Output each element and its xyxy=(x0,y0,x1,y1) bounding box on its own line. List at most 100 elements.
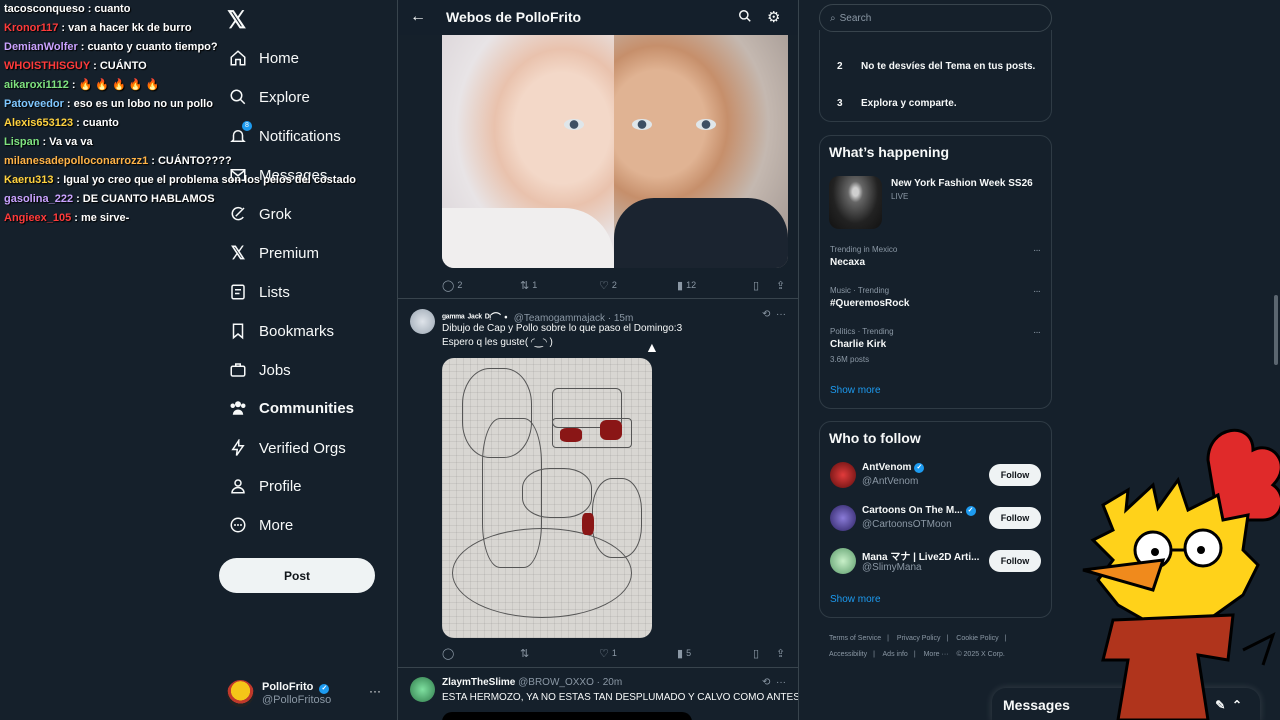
tweet-text-line: Espero q les guste( ◜‿◝ ) xyxy=(442,337,553,348)
bookmark-icon xyxy=(227,320,249,342)
tweet-image[interactable] xyxy=(442,712,692,720)
featured-trend-title[interactable]: New York Fashion Week SS26 xyxy=(891,178,1033,189)
more-dots-icon[interactable]: ··· xyxy=(776,677,786,688)
tweet-menu[interactable]: ⟲ ··· xyxy=(762,677,786,688)
nav-profile[interactable]: Profile xyxy=(227,472,302,500)
nav-verified-orgs[interactable]: Verified Orgs xyxy=(227,434,346,462)
suggestion-handle: @SlimyMana xyxy=(862,562,922,573)
repost-button[interactable]: ⇅ xyxy=(520,647,532,660)
tweet-avatar[interactable] xyxy=(410,677,435,702)
chat-text: eso es un lobo no un pollo xyxy=(73,98,213,110)
footer-link[interactable]: Ads info xyxy=(883,651,908,658)
nav-premium[interactable]: 𝕏 Premium xyxy=(227,239,319,267)
nav-communities[interactable]: Communities xyxy=(227,394,354,422)
person-icon xyxy=(227,475,249,497)
nav-more[interactable]: More xyxy=(227,511,293,539)
account-switcher[interactable]: PolloFrito ✓ @PolloFritoso ··· xyxy=(227,676,387,710)
suggestion-name[interactable]: Cartoons On The M... ✓ xyxy=(862,505,976,516)
trend-name[interactable]: Charlie Kirk xyxy=(830,339,886,350)
gear-icon[interactable]: ⚙ xyxy=(767,8,780,26)
trend-image[interactable] xyxy=(829,176,882,229)
chat-message: Kaeru313: Igual yo creo que el problema s… xyxy=(4,174,357,186)
verified-badge-icon: ✓ xyxy=(319,683,330,694)
page-title: Webos de PolloFrito xyxy=(446,9,582,25)
tweet-time[interactable]: · 20m xyxy=(597,677,623,688)
rule-item[interactable]: 2 No te desvíes del Tema en tus posts. xyxy=(837,61,1035,72)
footer-link[interactable]: More ··· xyxy=(924,651,949,658)
repost-button[interactable]: ⇅ 1 xyxy=(520,279,537,292)
more-dots-icon[interactable]: ··· xyxy=(1033,327,1041,338)
verified-badge-icon: ✓ xyxy=(914,462,925,473)
reply-button[interactable]: ◯ 2 xyxy=(442,279,462,292)
nav-bookmarks[interactable]: Bookmarks xyxy=(227,317,334,345)
search-icon[interactable] xyxy=(738,9,752,28)
community-rules-card: 2 No te desvíes del Tema en tus posts. 3E… xyxy=(819,30,1052,122)
tweet-author-handle[interactable]: @BROW_OXXO xyxy=(518,677,594,688)
tweet-author-name[interactable]: ZlaymTheSlime xyxy=(442,677,515,688)
x-icon: 𝕏 xyxy=(230,242,246,263)
views-button[interactable]: ▮ 12 xyxy=(677,279,696,292)
page-scrollbar[interactable] xyxy=(1274,295,1278,365)
copyright: © 2025 X Corp. xyxy=(956,651,1005,658)
account-handle: @PolloFritoso xyxy=(262,693,332,706)
tweet-actions: ◯ ⇅ ♡ 1 ▮ 5 ▯ ⇪ xyxy=(442,645,788,661)
like-button[interactable]: ♡ 1 xyxy=(599,647,617,660)
chat-message: Angieex_105: me sirve- xyxy=(4,212,130,224)
bookmark-button[interactable]: ▯ xyxy=(753,647,762,660)
views-button[interactable]: ▮ 5 xyxy=(677,647,691,660)
more-dots-icon[interactable]: ··· xyxy=(369,684,381,698)
bookmark-icon: ▯ xyxy=(753,279,760,292)
tweet-avatar[interactable] xyxy=(410,309,435,334)
trend-category: Trending in Mexico xyxy=(830,245,898,254)
back-arrow-icon[interactable]: ← xyxy=(410,8,426,26)
footer-links: Terms of Service | Privacy Policy | Cookie… xyxy=(829,635,1007,658)
footer-link[interactable]: Terms of Service xyxy=(829,635,881,642)
reply-button[interactable]: ◯ xyxy=(442,647,457,660)
tweet-menu[interactable]: ⟲ ··· xyxy=(762,309,786,320)
share-icon: ⇪ xyxy=(776,647,786,660)
show-more-link[interactable]: Show more xyxy=(830,594,881,605)
share-button[interactable]: ⇪ xyxy=(776,279,788,292)
bookmark-button[interactable]: ▯ xyxy=(753,279,762,292)
timeline-header: ← Webos de PolloFrito ⚙ xyxy=(398,0,798,35)
follow-button[interactable]: Follow xyxy=(989,550,1041,572)
tweet-image-sketch[interactable] xyxy=(442,358,652,638)
suggestion-name[interactable]: AntVenom ✓ xyxy=(862,462,925,473)
avatar[interactable] xyxy=(830,548,856,574)
nav-lists[interactable]: Lists xyxy=(227,278,290,306)
trend-name[interactable]: #QueremosRock xyxy=(830,298,909,309)
right-sidebar: ⌕ Search 2 No te desvíes del Tema en tus … xyxy=(818,0,1054,720)
like-button[interactable]: ♡ 2 xyxy=(599,279,617,292)
search-placeholder: Search xyxy=(839,12,872,24)
grok-icon[interactable]: ⟲ xyxy=(762,677,770,688)
search-input[interactable]: ⌕ Search xyxy=(819,4,1052,32)
more-dots-icon[interactable]: ··· xyxy=(1033,245,1041,256)
more-dots-icon[interactable]: ··· xyxy=(1033,286,1041,297)
follow-button[interactable]: Follow xyxy=(989,507,1041,529)
footer-link[interactable]: Accessibility xyxy=(829,651,867,658)
footer-link[interactable]: Privacy Policy xyxy=(897,635,941,642)
tweet-header: ZlaymTheSlime @BROW_OXXO · 20m xyxy=(442,677,622,688)
show-more-link[interactable]: Show more xyxy=(830,385,881,396)
chat-message: aikaroxi1112: 🔥 🔥 🔥 🔥 🔥 xyxy=(4,79,160,91)
heart-icon: ♡ xyxy=(599,647,609,660)
chat-text: van a hacer kk de burro xyxy=(68,22,192,34)
chat-username: Kaeru313 xyxy=(4,174,54,186)
rule-item[interactable]: 3 Explora y comparte. xyxy=(837,98,957,109)
avatar[interactable] xyxy=(830,505,856,531)
chat-text: cuanto xyxy=(82,117,119,129)
nav-premium-label: Premium xyxy=(259,244,320,262)
bookmark-icon: ▯ xyxy=(753,647,760,660)
search-icon: ⌕ xyxy=(830,12,836,24)
grok-icon[interactable]: ⟲ xyxy=(762,309,770,320)
footer-link[interactable]: Cookie Policy xyxy=(956,635,998,642)
avatar[interactable] xyxy=(830,462,856,488)
share-button[interactable]: ⇪ xyxy=(776,647,788,660)
trend-name[interactable]: Necaxa xyxy=(830,257,865,268)
nav-jobs[interactable]: Jobs xyxy=(227,356,291,384)
more-dots-icon[interactable]: ··· xyxy=(776,309,786,320)
post-button[interactable]: Post xyxy=(219,558,375,593)
follow-button[interactable]: Follow xyxy=(989,464,1041,486)
suggestion-name[interactable]: Mana マナ | Live2D Arti... xyxy=(862,548,979,563)
tweet-image-babies[interactable] xyxy=(442,35,788,268)
